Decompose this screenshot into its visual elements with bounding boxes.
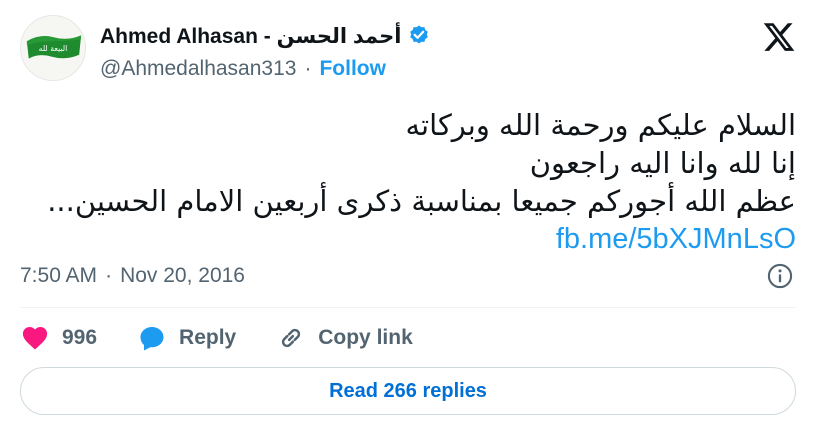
author-name-row: Ahmed Alhasan - أحمد الحسن bbox=[100, 22, 431, 50]
copy-link-button[interactable]: Copy link bbox=[276, 323, 413, 353]
heart-icon bbox=[20, 323, 50, 353]
author-display-name[interactable]: Ahmed Alhasan - أحمد الحسن bbox=[100, 24, 401, 49]
tweet-time: 7:50 AM bbox=[20, 264, 98, 287]
tweet-line: إنا لله وانا اليه راجعون bbox=[529, 146, 796, 180]
handle-separator: · bbox=[304, 57, 312, 80]
avatar[interactable]: البيعة لله bbox=[20, 15, 86, 81]
tweet-timestamp[interactable]: 7:50 AM · Nov 20, 2016 bbox=[20, 261, 245, 291]
reply-button[interactable]: Reply bbox=[137, 323, 236, 353]
like-count: 996 bbox=[62, 326, 98, 349]
action-bar: 996 Reply Copy link bbox=[20, 320, 453, 356]
divider bbox=[20, 307, 796, 308]
author-handle-row: @Ahmedalhasan313 · Follow bbox=[100, 55, 386, 83]
like-button[interactable]: 996 bbox=[20, 323, 97, 353]
verified-icon bbox=[407, 24, 431, 48]
copy-link-label: Copy link bbox=[318, 326, 413, 349]
info-icon[interactable] bbox=[766, 262, 794, 290]
reply-label: Reply bbox=[179, 326, 237, 349]
avatar-banner-text: البيعة لله bbox=[39, 44, 68, 53]
tweet-date: Nov 20, 2016 bbox=[120, 264, 245, 287]
follow-button[interactable]: Follow bbox=[319, 57, 386, 81]
reply-bubble-icon bbox=[137, 323, 167, 353]
tweet-line: السلام عليكم ورحمة الله وبركاته bbox=[405, 108, 797, 142]
tweet-text: السلام عليكم ورحمة الله وبركاته إنا لله … bbox=[20, 106, 796, 258]
x-logo-icon[interactable] bbox=[762, 20, 796, 54]
tweet-link[interactable]: fb.me/5bXJMnLsO bbox=[20, 220, 796, 258]
read-replies-button[interactable]: Read 266 replies bbox=[20, 367, 796, 415]
timestamp-separator: · bbox=[105, 264, 113, 287]
tweet-line: عظم الله أجوركم جميعا بمناسبة ذكرى أربعي… bbox=[47, 184, 796, 218]
avatar-flag-image: البيعة لله bbox=[21, 16, 85, 80]
author-handle[interactable]: @Ahmedalhasan313 bbox=[100, 57, 296, 81]
link-icon bbox=[276, 323, 306, 353]
